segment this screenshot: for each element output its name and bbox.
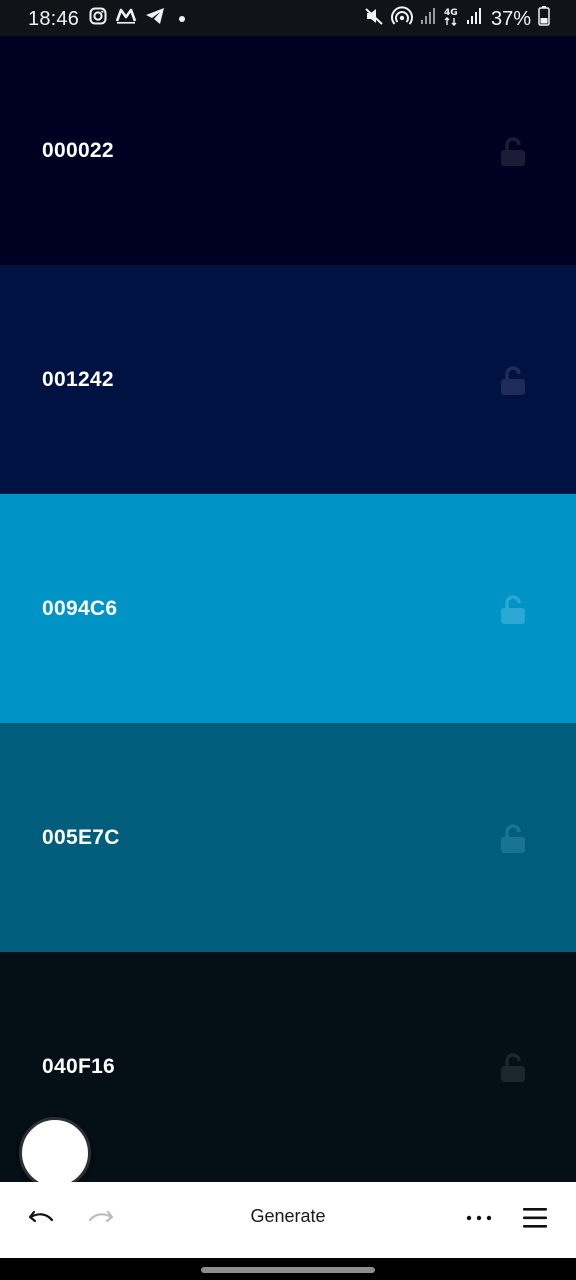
floating-action-button[interactable] [19,1117,91,1189]
signal-icon [420,7,436,31]
home-handle[interactable] [201,1267,375,1273]
battery-percent: 37% [490,7,531,30]
4g-icon: 4G [443,6,459,32]
bottom-toolbar: Generate [0,1182,576,1258]
unlock-icon[interactable] [500,824,526,854]
color-swatch-2[interactable]: 001242 [0,265,576,494]
generate-button[interactable]: Generate [228,1206,348,1227]
color-swatch-4[interactable]: 005E7C [0,723,576,952]
svg-text:4G: 4G [444,8,458,18]
status-right-icons: 4G 37% [364,6,550,32]
signal-icon [466,7,482,31]
hamburger-menu-icon[interactable] [520,1204,550,1232]
status-time: 18:46 [28,8,80,30]
hotspot-icon [390,6,413,32]
undo-icon[interactable] [26,1204,58,1232]
color-hex-label[interactable]: 0094C6 [42,597,117,621]
status-bar: 18:46 4G 37% [0,0,576,36]
instagram-icon [89,7,107,31]
app-logo-icon [115,7,137,31]
color-hex-label[interactable]: 000022 [42,139,114,163]
unlock-icon[interactable] [500,1053,526,1083]
status-left-icons [89,7,185,31]
color-swatch-3[interactable]: 0094C6 [0,494,576,723]
unlock-icon[interactable] [500,595,526,625]
more-horizontal-icon[interactable] [464,1208,496,1228]
redo-icon[interactable] [84,1204,116,1232]
color-hex-label[interactable]: 005E7C [42,826,120,850]
telegram-icon [145,7,165,31]
unlock-icon[interactable] [500,366,526,396]
color-hex-label[interactable]: 001242 [42,368,114,392]
color-swatch-1[interactable]: 000022 [0,36,576,265]
unlock-icon[interactable] [500,137,526,167]
battery-icon [538,6,550,32]
system-navigation-bar [0,1258,576,1280]
mute-icon [364,6,384,32]
notification-dot [179,16,185,22]
color-hex-label[interactable]: 040F16 [42,1055,115,1079]
